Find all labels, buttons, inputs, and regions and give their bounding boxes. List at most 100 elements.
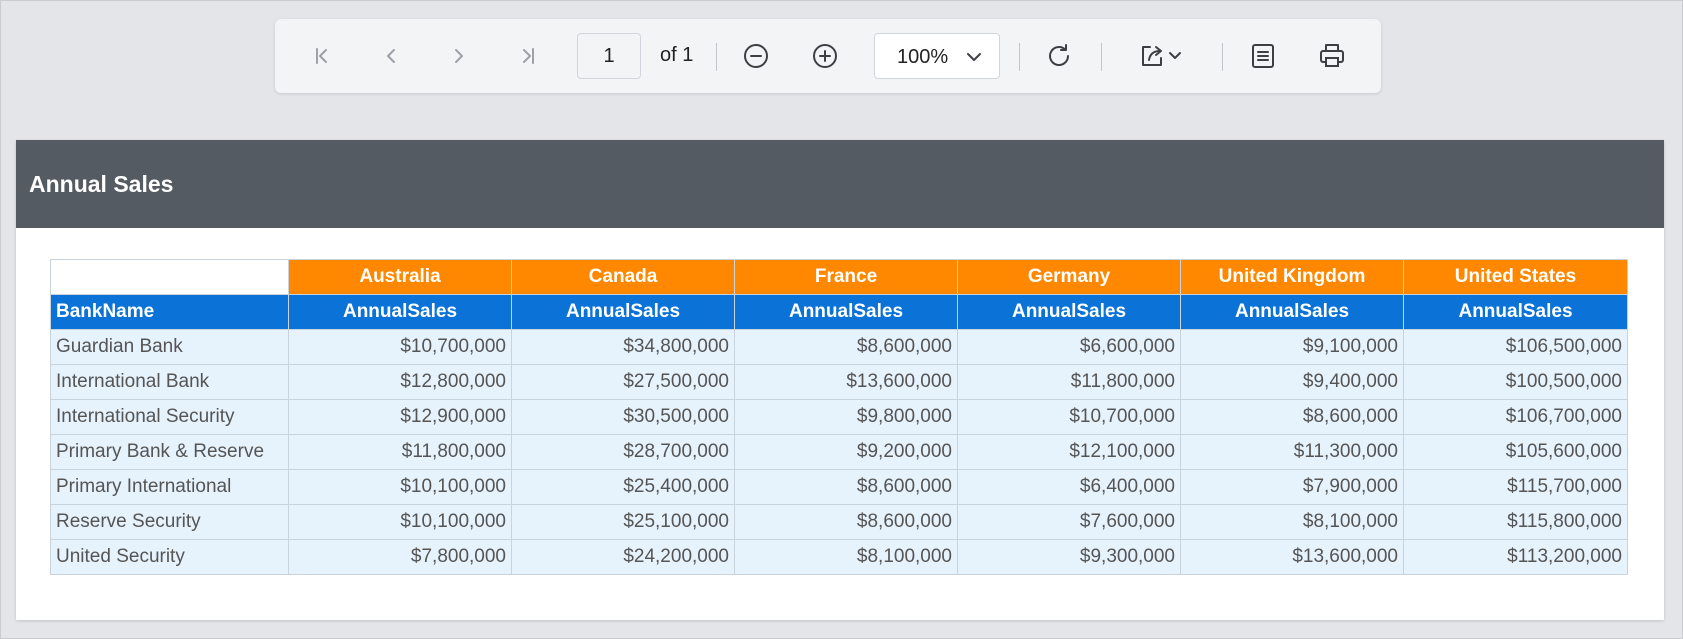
sales-cell: $25,100,000	[511, 504, 735, 540]
sales-cell: $11,800,000	[957, 364, 1181, 400]
sales-cell: $28,700,000	[511, 434, 735, 470]
table-row: Primary Bank & Reserve $11,800,000 $28,7…	[50, 434, 1628, 470]
sales-cell: $6,600,000	[957, 329, 1181, 365]
sales-cell: $12,100,000	[957, 434, 1181, 470]
sales-cell: $7,600,000	[957, 504, 1181, 540]
sales-cell: $10,100,000	[288, 469, 512, 505]
print-button[interactable]	[1314, 38, 1350, 74]
sales-cell: $11,800,000	[288, 434, 512, 470]
bank-name-cell: Guardian Bank	[50, 329, 289, 365]
chevron-down-icon	[965, 48, 983, 71]
export-button[interactable]	[1135, 38, 1191, 74]
sales-cell: $11,300,000	[1180, 434, 1404, 470]
refresh-icon	[1045, 42, 1073, 70]
column-header-country: United Kingdom	[1180, 259, 1404, 295]
column-header-country: Germany	[957, 259, 1181, 295]
last-page-icon	[517, 45, 539, 67]
sales-cell: $106,500,000	[1403, 329, 1628, 365]
column-header-country: France	[734, 259, 958, 295]
column-header-metric: AnnualSales	[1403, 294, 1628, 330]
sales-cell: $25,400,000	[511, 469, 735, 505]
sales-cell: $8,100,000	[1180, 504, 1404, 540]
zoom-in-button[interactable]	[807, 38, 843, 74]
table-row: International Bank $12,800,000 $27,500,0…	[50, 364, 1628, 400]
sales-cell: $115,800,000	[1403, 504, 1628, 540]
bank-name-cell: United Security	[50, 539, 289, 575]
sales-cell: $9,800,000	[734, 399, 958, 435]
bank-name-cell: International Security	[50, 399, 289, 435]
sales-cell: $115,700,000	[1403, 469, 1628, 505]
export-icon	[1138, 42, 1188, 70]
zoom-in-icon	[811, 42, 839, 70]
sales-cell: $8,600,000	[734, 329, 958, 365]
sales-cell: $8,600,000	[734, 504, 958, 540]
sales-cell: $6,400,000	[957, 469, 1181, 505]
page-total-label: of 1	[660, 44, 694, 66]
metric-header-row: BankName AnnualSales AnnualSales AnnualS…	[50, 294, 1628, 330]
sales-cell: $8,100,000	[734, 539, 958, 575]
sales-cell: $13,600,000	[734, 364, 958, 400]
toolbar-separator	[1101, 43, 1102, 71]
first-page-icon	[311, 45, 333, 67]
report-title: Annual Sales	[29, 171, 174, 197]
sales-cell: $9,300,000	[957, 539, 1181, 575]
column-header-country: Australia	[288, 259, 512, 295]
sales-cell: $9,400,000	[1180, 364, 1404, 400]
bank-name-cell: International Bank	[50, 364, 289, 400]
table-row: Primary International $10,100,000 $25,40…	[50, 469, 1628, 505]
table-row: International Security $12,900,000 $30,5…	[50, 399, 1628, 435]
zoom-level-value: 100%	[897, 46, 949, 68]
last-page-button[interactable]	[510, 38, 546, 74]
sales-cell: $8,600,000	[1180, 399, 1404, 435]
sales-cell: $113,200,000	[1403, 539, 1628, 575]
sales-cell: $7,900,000	[1180, 469, 1404, 505]
table-row: United Security $7,800,000 $24,200,000 $…	[50, 539, 1628, 575]
next-page-icon	[448, 45, 470, 67]
document-button[interactable]	[1245, 38, 1281, 74]
sales-cell: $27,500,000	[511, 364, 735, 400]
zoom-out-button[interactable]	[738, 38, 774, 74]
toolbar-separator	[1019, 43, 1020, 71]
document-icon	[1250, 42, 1276, 70]
bank-name-cell: Primary International	[50, 469, 289, 505]
sales-table: Australia Canada France Germany United K…	[50, 259, 1628, 575]
column-header-bankname: BankName	[50, 294, 289, 330]
sales-cell: $9,100,000	[1180, 329, 1404, 365]
sales-cell: $12,900,000	[288, 399, 512, 435]
corner-cell	[50, 259, 289, 295]
country-header-row: Australia Canada France Germany United K…	[50, 259, 1628, 295]
sales-cell: $10,700,000	[288, 329, 512, 365]
column-header-metric: AnnualSales	[288, 294, 512, 330]
column-header-metric: AnnualSales	[511, 294, 735, 330]
column-header-metric: AnnualSales	[957, 294, 1181, 330]
report-page: Annual Sales Australia Canada France Ger…	[16, 140, 1664, 620]
first-page-button[interactable]	[304, 38, 340, 74]
toolbar-separator	[1222, 43, 1223, 71]
sales-cell: $8,600,000	[734, 469, 958, 505]
sales-cell: $10,100,000	[288, 504, 512, 540]
column-header-country: Canada	[511, 259, 735, 295]
sales-cell: $9,200,000	[734, 434, 958, 470]
zoom-out-icon	[742, 42, 770, 70]
sales-cell: $24,200,000	[511, 539, 735, 575]
bank-name-cell: Reserve Security	[50, 504, 289, 540]
column-header-metric: AnnualSales	[734, 294, 958, 330]
zoom-level-select[interactable]: 100%	[874, 33, 1000, 79]
page-number-input[interactable]	[577, 33, 641, 79]
print-icon	[1318, 42, 1346, 70]
next-page-button[interactable]	[441, 38, 477, 74]
bank-name-cell: Primary Bank & Reserve	[50, 434, 289, 470]
previous-page-button[interactable]	[373, 38, 409, 74]
sales-cell: $30,500,000	[511, 399, 735, 435]
sales-cell: $105,600,000	[1403, 434, 1628, 470]
report-toolbar: of 1 100%	[275, 19, 1381, 93]
toolbar-separator	[716, 43, 717, 71]
table-row: Guardian Bank $10,700,000 $34,800,000 $8…	[50, 329, 1628, 365]
refresh-button[interactable]	[1041, 38, 1077, 74]
sales-cell: $100,500,000	[1403, 364, 1628, 400]
sales-cell: $12,800,000	[288, 364, 512, 400]
sales-cell: $13,600,000	[1180, 539, 1404, 575]
sales-cell: $106,700,000	[1403, 399, 1628, 435]
table-row: Reserve Security $10,100,000 $25,100,000…	[50, 504, 1628, 540]
report-header: Annual Sales	[16, 140, 1664, 228]
